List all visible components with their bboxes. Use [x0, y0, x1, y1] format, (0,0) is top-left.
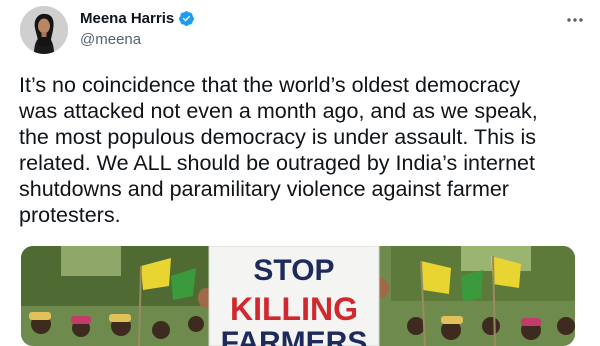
tweet-media-image[interactable]: STOP KILLING FARMERS	[21, 246, 575, 346]
author-handle[interactable]: @meena	[80, 30, 195, 49]
sign-line-1: STOP	[253, 254, 334, 287]
author-display-name[interactable]: Meena Harris	[80, 9, 174, 28]
tweet-text: It’s no coincidence that the world’s old…	[19, 73, 538, 227]
sign-line-2: KILLING	[230, 291, 358, 327]
author-name-row: Meena Harris	[80, 9, 195, 28]
sign-line-3: FARMERS	[221, 326, 368, 346]
avatar-image	[20, 6, 68, 54]
verified-badge-icon	[178, 10, 195, 27]
more-options-icon[interactable]	[564, 9, 586, 31]
author-header: Meena Harris @meena	[80, 9, 195, 49]
avatar[interactable]	[20, 6, 68, 54]
